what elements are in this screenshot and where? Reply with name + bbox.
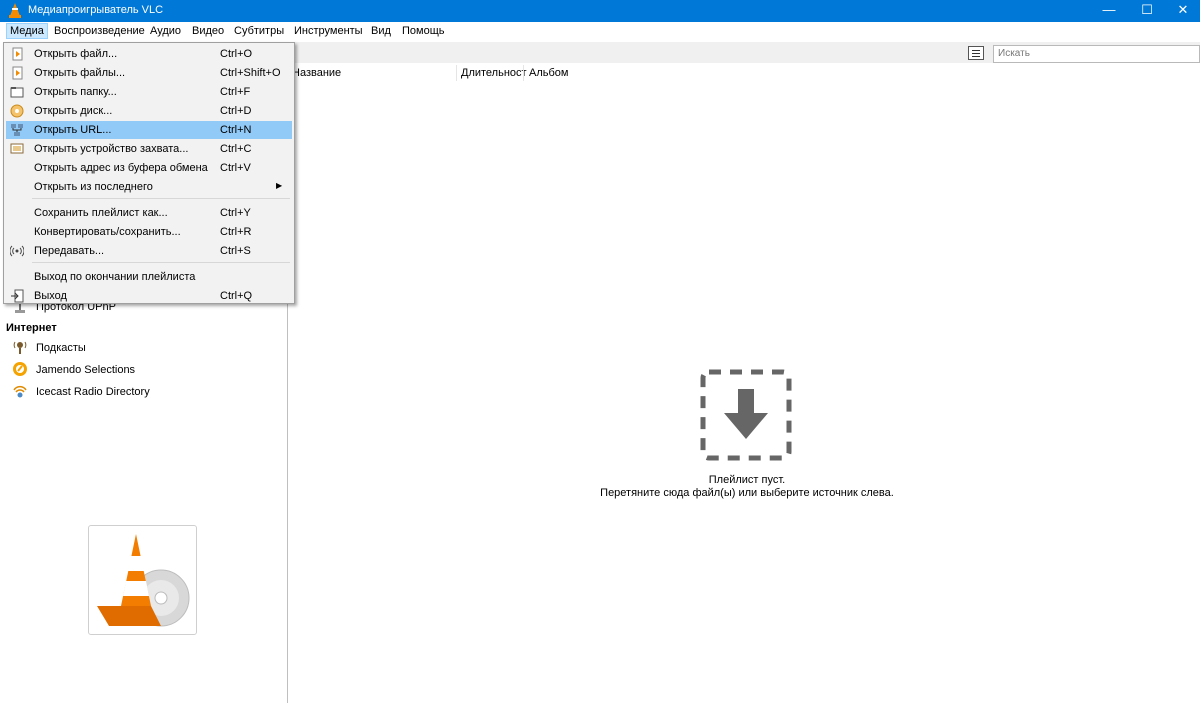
menu-item-quit[interactable]: Выход Ctrl+Q	[6, 287, 292, 305]
capture-icon	[10, 143, 24, 154]
exit-icon	[11, 289, 24, 303]
menu-item-convert-save[interactable]: Конвертировать/сохранить... Ctrl+R	[6, 223, 292, 241]
sidebar-item-jamendo[interactable]: Jamendo Selections	[36, 364, 135, 376]
menu-separator	[32, 198, 290, 199]
menu-item-open-capture[interactable]: Открыть устройство захвата... Ctrl+C	[6, 140, 292, 158]
menu-item-open-folder[interactable]: Открыть папку... Ctrl+F	[6, 83, 292, 101]
empty-playlist-hint: Перетяните сюда файл(ы) или выберите ист…	[600, 487, 894, 499]
menu-video[interactable]: Видео	[192, 25, 224, 37]
window-title: Медиапроигрыватель VLC	[28, 4, 164, 16]
minimize-button[interactable]: —	[1092, 0, 1126, 22]
maximize-button[interactable]: ☐	[1130, 0, 1164, 22]
submenu-arrow-icon: ▶	[276, 181, 283, 190]
menu-help[interactable]: Помощь	[402, 25, 445, 37]
menu-item-open-disc[interactable]: Открыть диск... Ctrl+D	[6, 102, 292, 120]
menu-view[interactable]: Вид	[371, 25, 391, 37]
title-bar: Медиапроигрыватель VLC — ☐ ✕	[0, 0, 1200, 22]
menu-item-open-files[interactable]: Открыть файлы... Ctrl+Shift+O	[6, 64, 292, 82]
menu-bar: Медиа Воспроизведение Аудио Видео Субтит…	[0, 22, 1200, 42]
sidebar-item-icecast[interactable]: Icecast Radio Directory	[36, 386, 150, 398]
sidebar-section-internet: Интернет	[6, 322, 57, 334]
menu-item-stream[interactable]: Передавать... Ctrl+S	[6, 242, 292, 260]
vlc-logo-icon	[9, 3, 21, 18]
menu-separator	[32, 262, 290, 263]
menu-audio[interactable]: Аудио	[150, 25, 181, 37]
stream-icon	[10, 245, 24, 257]
column-album[interactable]: Альбом	[529, 67, 568, 79]
menu-item-open-url[interactable]: Открыть URL... Ctrl+N	[6, 121, 292, 139]
jamendo-icon	[13, 362, 27, 376]
empty-playlist-title: Плейлист пуст.	[708, 474, 786, 486]
files-icon	[12, 66, 23, 80]
podcast-icon	[13, 341, 27, 354]
column-duration[interactable]: Длительност	[461, 67, 527, 79]
column-title[interactable]: Название	[292, 67, 341, 79]
disc-icon	[10, 104, 24, 118]
vlc-cone-disc-icon	[97, 534, 190, 627]
file-icon	[12, 47, 23, 61]
search-input[interactable]: Искать	[993, 45, 1200, 63]
menu-media[interactable]: Медиа	[6, 23, 48, 39]
menu-item-save-playlist[interactable]: Сохранить плейлист как... Ctrl+Y	[6, 204, 292, 222]
playlist-view-icon[interactable]	[968, 46, 984, 60]
icecast-icon	[13, 385, 27, 398]
folder-icon	[10, 87, 24, 98]
menu-tools[interactable]: Инструменты	[294, 25, 363, 37]
menu-item-open-clipboard[interactable]: Открыть адрес из буфера обмена Ctrl+V	[6, 159, 292, 177]
media-menu-dropdown: Открыть файл... Ctrl+O Открыть файлы... …	[3, 42, 295, 304]
column-separator	[523, 65, 524, 81]
menu-playback[interactable]: Воспроизведение	[54, 25, 145, 37]
menu-item-quit-at-end[interactable]: Выход по окончании плейлиста	[6, 268, 292, 286]
search-placeholder: Искать	[998, 48, 1030, 59]
drop-target-icon	[700, 369, 792, 461]
menu-item-open-recent[interactable]: Открыть из последнего ▶	[6, 178, 292, 196]
close-button[interactable]: ✕	[1166, 0, 1200, 22]
menu-item-open-file[interactable]: Открыть файл... Ctrl+O	[6, 45, 292, 63]
menu-subtitles[interactable]: Субтитры	[234, 25, 284, 37]
column-separator	[456, 65, 457, 81]
network-icon	[11, 124, 23, 136]
album-art-placeholder	[88, 525, 197, 635]
sidebar-item-podcasts[interactable]: Подкасты	[36, 342, 86, 354]
